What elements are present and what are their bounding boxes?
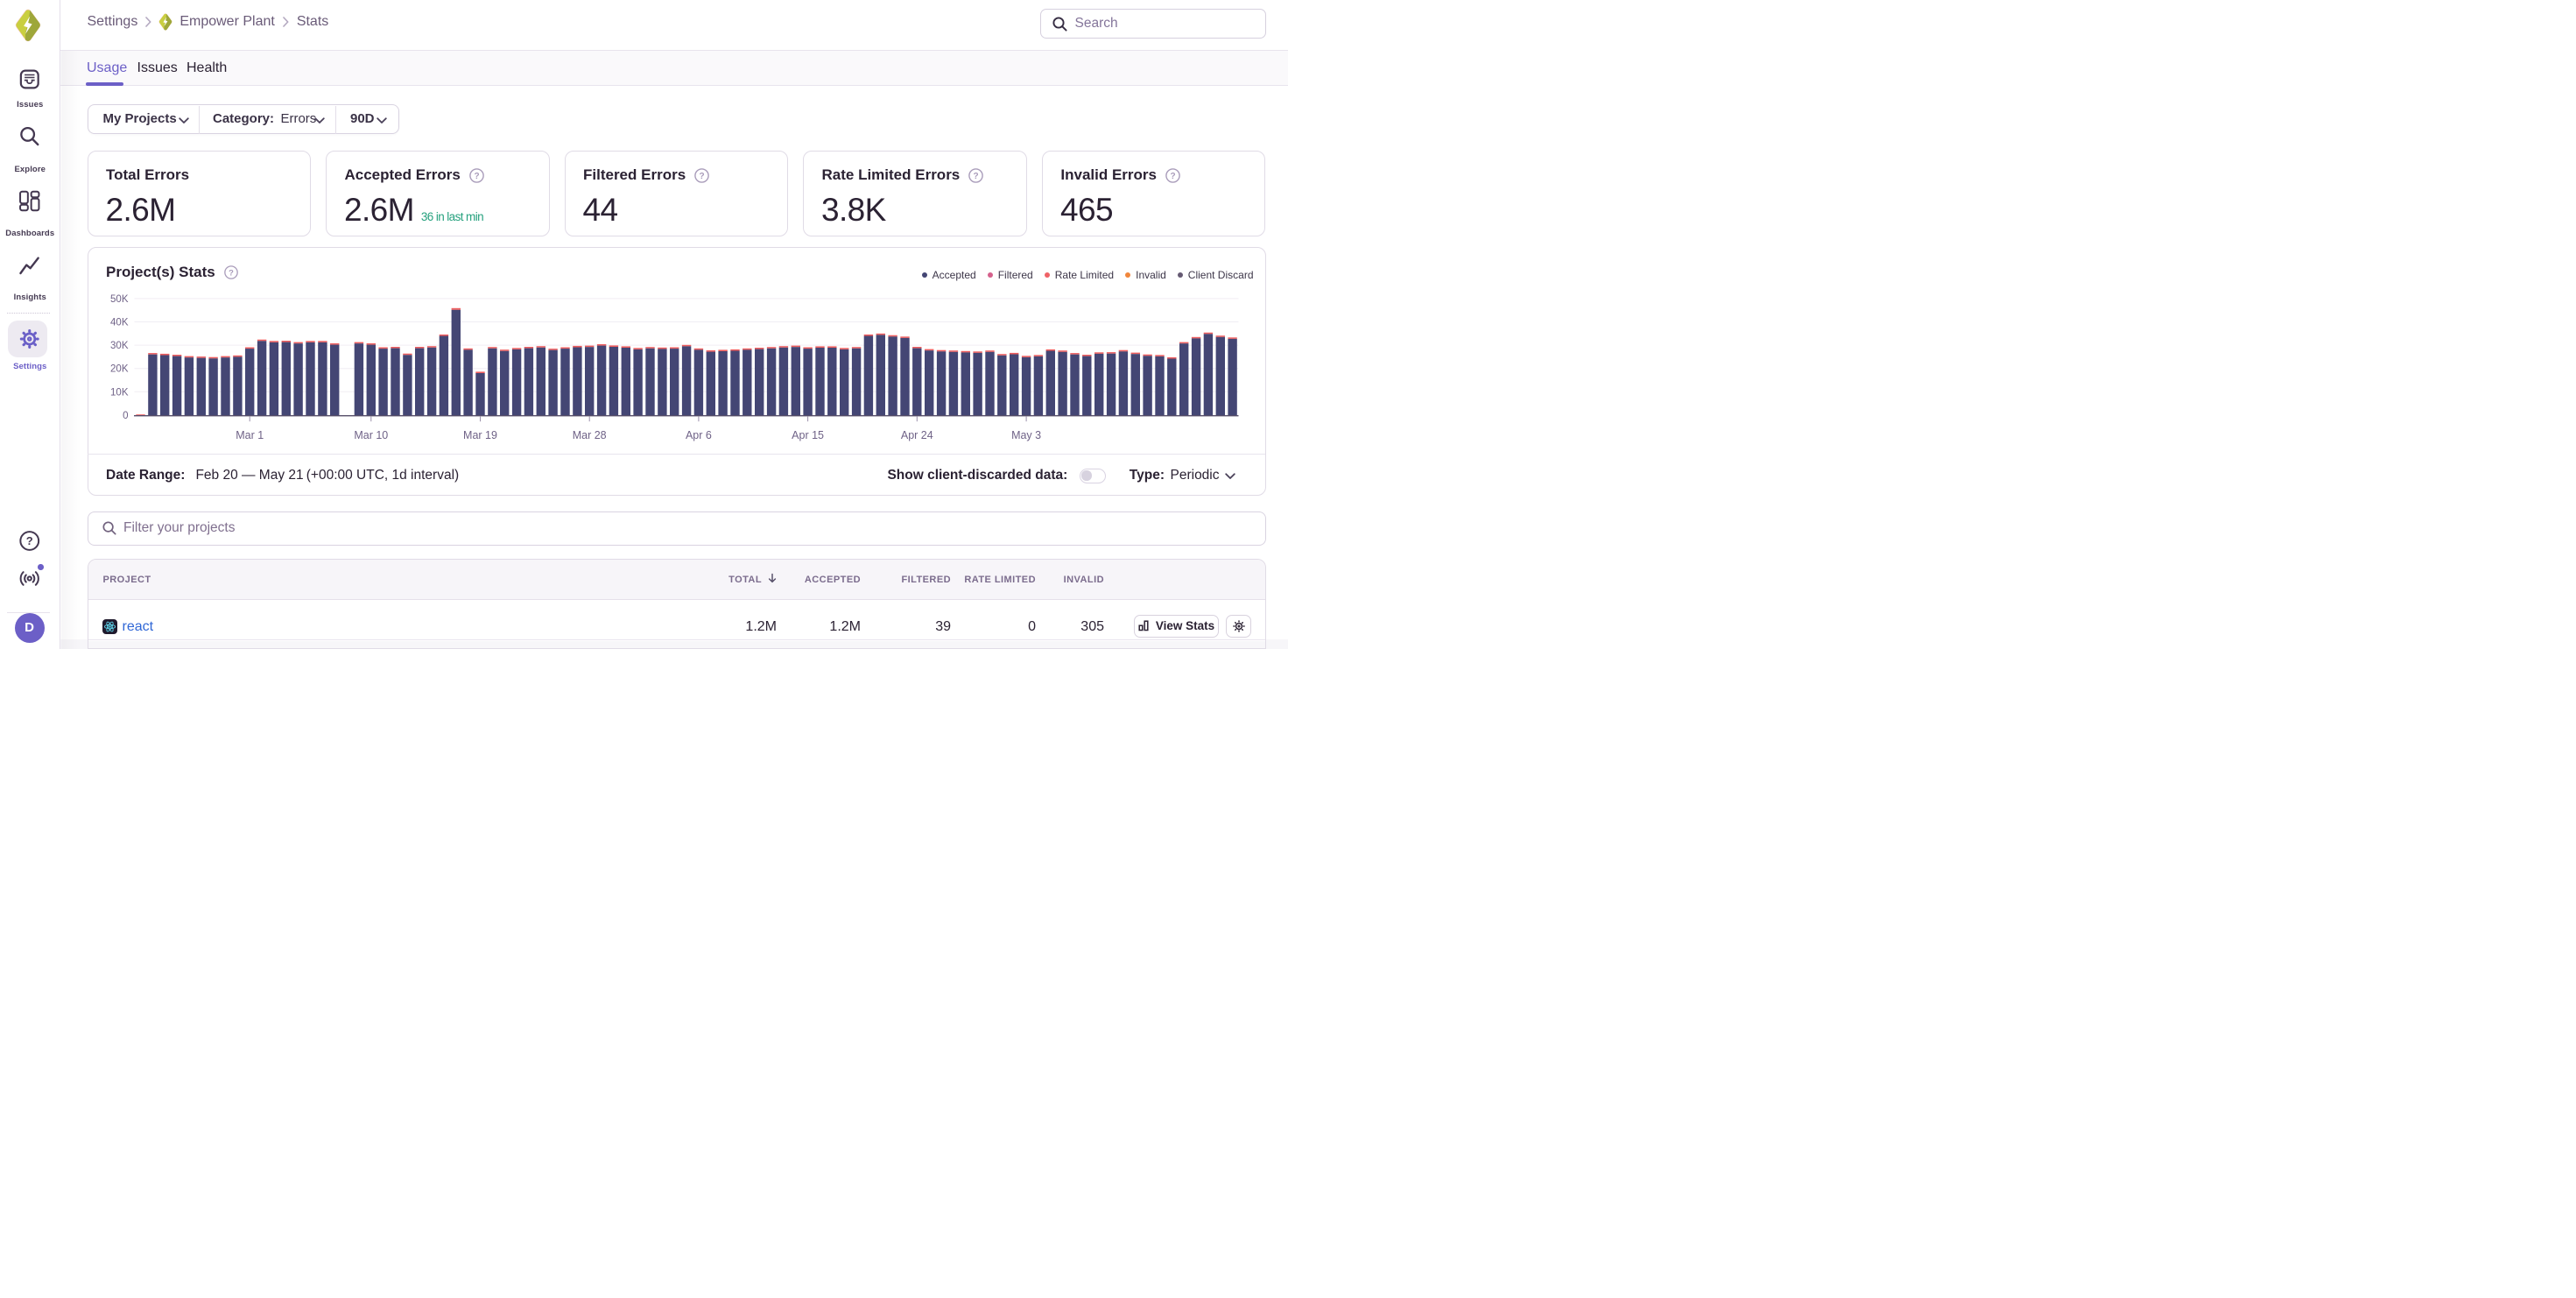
svg-text:?: ?	[700, 172, 705, 181]
svg-text:?: ?	[26, 534, 33, 547]
svg-text:40K: 40K	[110, 318, 129, 328]
svg-text:Apr 15: Apr 15	[792, 429, 824, 441]
svg-text:Mar 10: Mar 10	[354, 429, 388, 441]
svg-text:Mar 19: Mar 19	[463, 429, 497, 441]
svg-text:Mar 28: Mar 28	[572, 429, 606, 441]
svg-text:50K: 50K	[110, 294, 129, 305]
svg-text:0: 0	[123, 411, 128, 421]
svg-text:30K: 30K	[110, 341, 129, 351]
svg-text:10K: 10K	[110, 387, 129, 398]
svg-text:Mar 1: Mar 1	[236, 429, 264, 441]
svg-text:Apr 24: Apr 24	[900, 429, 933, 441]
svg-text:20K: 20K	[110, 364, 129, 375]
svg-text:Apr 6: Apr 6	[685, 429, 711, 441]
svg-text:?: ?	[1170, 172, 1175, 181]
svg-text:?: ?	[974, 172, 979, 181]
svg-text:May 3: May 3	[1011, 429, 1041, 441]
svg-text:?: ?	[474, 172, 479, 181]
